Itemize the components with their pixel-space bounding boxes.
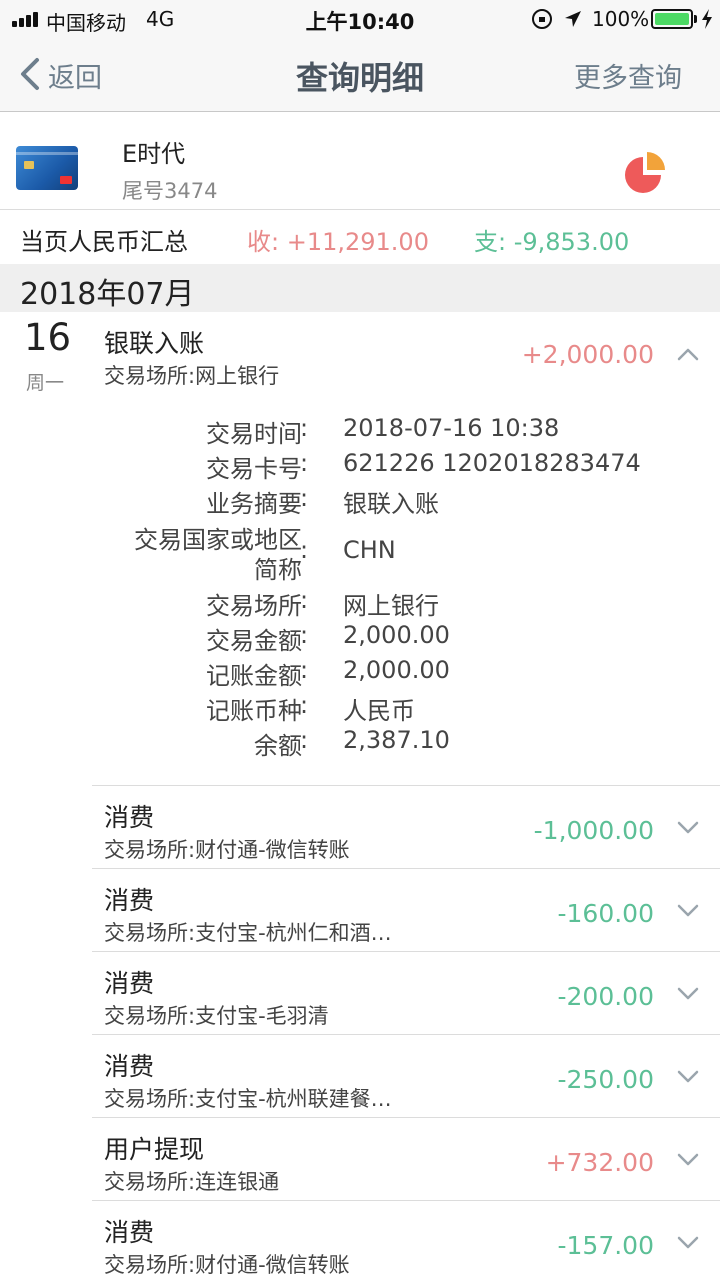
month-header: 2018年07月 — [0, 264, 720, 312]
transaction-title: 消费 — [104, 803, 155, 832]
transaction-place: 交易场所:支付宝-杭州仁和酒… — [104, 921, 392, 945]
status-bar: 中国移动 4G 上午10:40 100% — [0, 0, 720, 38]
detail-colon: : — [300, 621, 309, 649]
bank-card-image — [16, 146, 78, 190]
detail-label: 余额 — [254, 732, 302, 760]
chevron-up-icon[interactable] — [676, 346, 700, 362]
detail-value: 2,000.00 — [343, 656, 450, 684]
charging-bolt-icon — [702, 9, 712, 29]
transaction-row[interactable]: 消费 交易场所:财付通-微信转账 -1,000.00 — [0, 786, 720, 869]
transaction-row-expanded[interactable]: 银联入账 交易场所:网上银行 +2,000.00 — [0, 312, 720, 404]
pie-chart-icon[interactable] — [622, 148, 670, 196]
location-arrow-icon — [565, 11, 581, 27]
detail-colon: : — [300, 726, 309, 754]
chevron-down-icon[interactable] — [676, 1069, 700, 1085]
detail-colon: : — [300, 484, 309, 512]
nav-bar: 返回 查询明细 更多查询 — [0, 38, 720, 112]
chevron-down-icon[interactable] — [676, 903, 700, 919]
transaction-amount: -250.00 — [557, 1065, 655, 1094]
month-label: 2018年07月 — [20, 277, 195, 312]
detail-label: 记账金额 — [206, 662, 302, 690]
detail-label: 交易金额 — [206, 627, 302, 655]
transaction-title: 消费 — [104, 1052, 155, 1081]
more-query-button[interactable]: 更多查询 — [574, 56, 682, 95]
detail-colon: : — [300, 691, 309, 719]
detail-colon: : — [300, 656, 309, 684]
chevron-down-icon[interactable] — [676, 1152, 700, 1168]
transaction-row[interactable]: 用户提现 交易场所:连连银通 +732.00 — [0, 1118, 720, 1201]
transaction-place: 交易场所:支付宝-毛羽清 — [104, 1004, 329, 1028]
transaction-amount: +2,000.00 — [521, 340, 654, 369]
transaction-title: 用户提现 — [104, 1135, 205, 1164]
detail-value: 2,000.00 — [343, 621, 450, 649]
transaction-place: 交易场所:网上银行 — [104, 364, 280, 388]
battery-percent: 100% — [592, 7, 650, 31]
detail-label: 交易卡号 — [206, 455, 302, 483]
detail-value: CHN — [343, 536, 396, 564]
chevron-down-icon[interactable] — [676, 1235, 700, 1251]
transaction-title: 消费 — [104, 1218, 155, 1247]
transaction-place: 交易场所:财付通-微信转账 — [104, 838, 350, 862]
summary-label: 当页人民币汇总 — [20, 228, 188, 256]
detail-value: 人民币 — [343, 697, 415, 725]
detail-value: 2,387.10 — [343, 726, 450, 754]
transaction-amount: -157.00 — [557, 1231, 655, 1260]
detail-value: 2018-07-16 10:38 — [343, 414, 560, 442]
transaction-place: 交易场所:财付通-微信转账 — [104, 1253, 350, 1277]
rotation-lock-icon — [532, 9, 552, 29]
transaction-title: 银联入账 — [104, 329, 205, 358]
detail-label: 交易时间 — [206, 420, 302, 448]
battery-icon — [651, 9, 693, 29]
transaction-amount: -160.00 — [557, 899, 655, 928]
transaction-amount: -1,000.00 — [533, 816, 654, 845]
detail-label: 记账币种 — [206, 697, 302, 725]
detail-value: 银联入账 — [343, 490, 439, 518]
transaction-row[interactable]: 消费 交易场所:支付宝-杭州联建餐… -250.00 — [0, 1035, 720, 1118]
chevron-down-icon[interactable] — [676, 986, 700, 1002]
summary-income: 收: +11,291.00 — [247, 228, 429, 256]
detail-value: 621226 1202018283474 — [343, 449, 641, 477]
detail-colon: : — [300, 536, 309, 564]
transaction-title: 消费 — [104, 886, 155, 915]
detail-colon: : — [300, 449, 309, 477]
detail-colon: : — [300, 414, 309, 442]
transaction-amount: -200.00 — [557, 982, 655, 1011]
card-tail-number: 尾号3474 — [122, 179, 218, 203]
transaction-row[interactable]: 消费 交易场所:支付宝-杭州仁和酒… -160.00 — [0, 869, 720, 952]
card-name: E时代 — [122, 140, 186, 168]
transaction-place: 交易场所:连连银通 — [104, 1170, 280, 1194]
chevron-down-icon[interactable] — [676, 820, 700, 836]
transaction-row[interactable]: 消费 交易场所:财付通-微信转账 -157.00 — [0, 1201, 720, 1280]
card-header: E时代 尾号3474 — [0, 112, 720, 210]
detail-label: 交易场所 — [206, 592, 302, 620]
detail-label-line2: 简称 — [254, 556, 302, 584]
summary-row: 当页人民币汇总 收: +11,291.00 支: -9,853.00 — [0, 210, 720, 264]
transaction-place: 交易场所:支付宝-杭州联建餐… — [104, 1087, 392, 1111]
summary-expense: 支: -9,853.00 — [474, 228, 630, 256]
detail-colon: : — [300, 586, 309, 614]
transaction-amount: +732.00 — [545, 1148, 654, 1177]
transaction-title: 消费 — [104, 969, 155, 998]
detail-value: 网上银行 — [343, 592, 439, 620]
battery-tip — [694, 15, 697, 23]
transaction-row[interactable]: 消费 交易场所:支付宝-毛羽清 -200.00 — [0, 952, 720, 1035]
detail-label: 业务摘要 — [206, 490, 302, 518]
